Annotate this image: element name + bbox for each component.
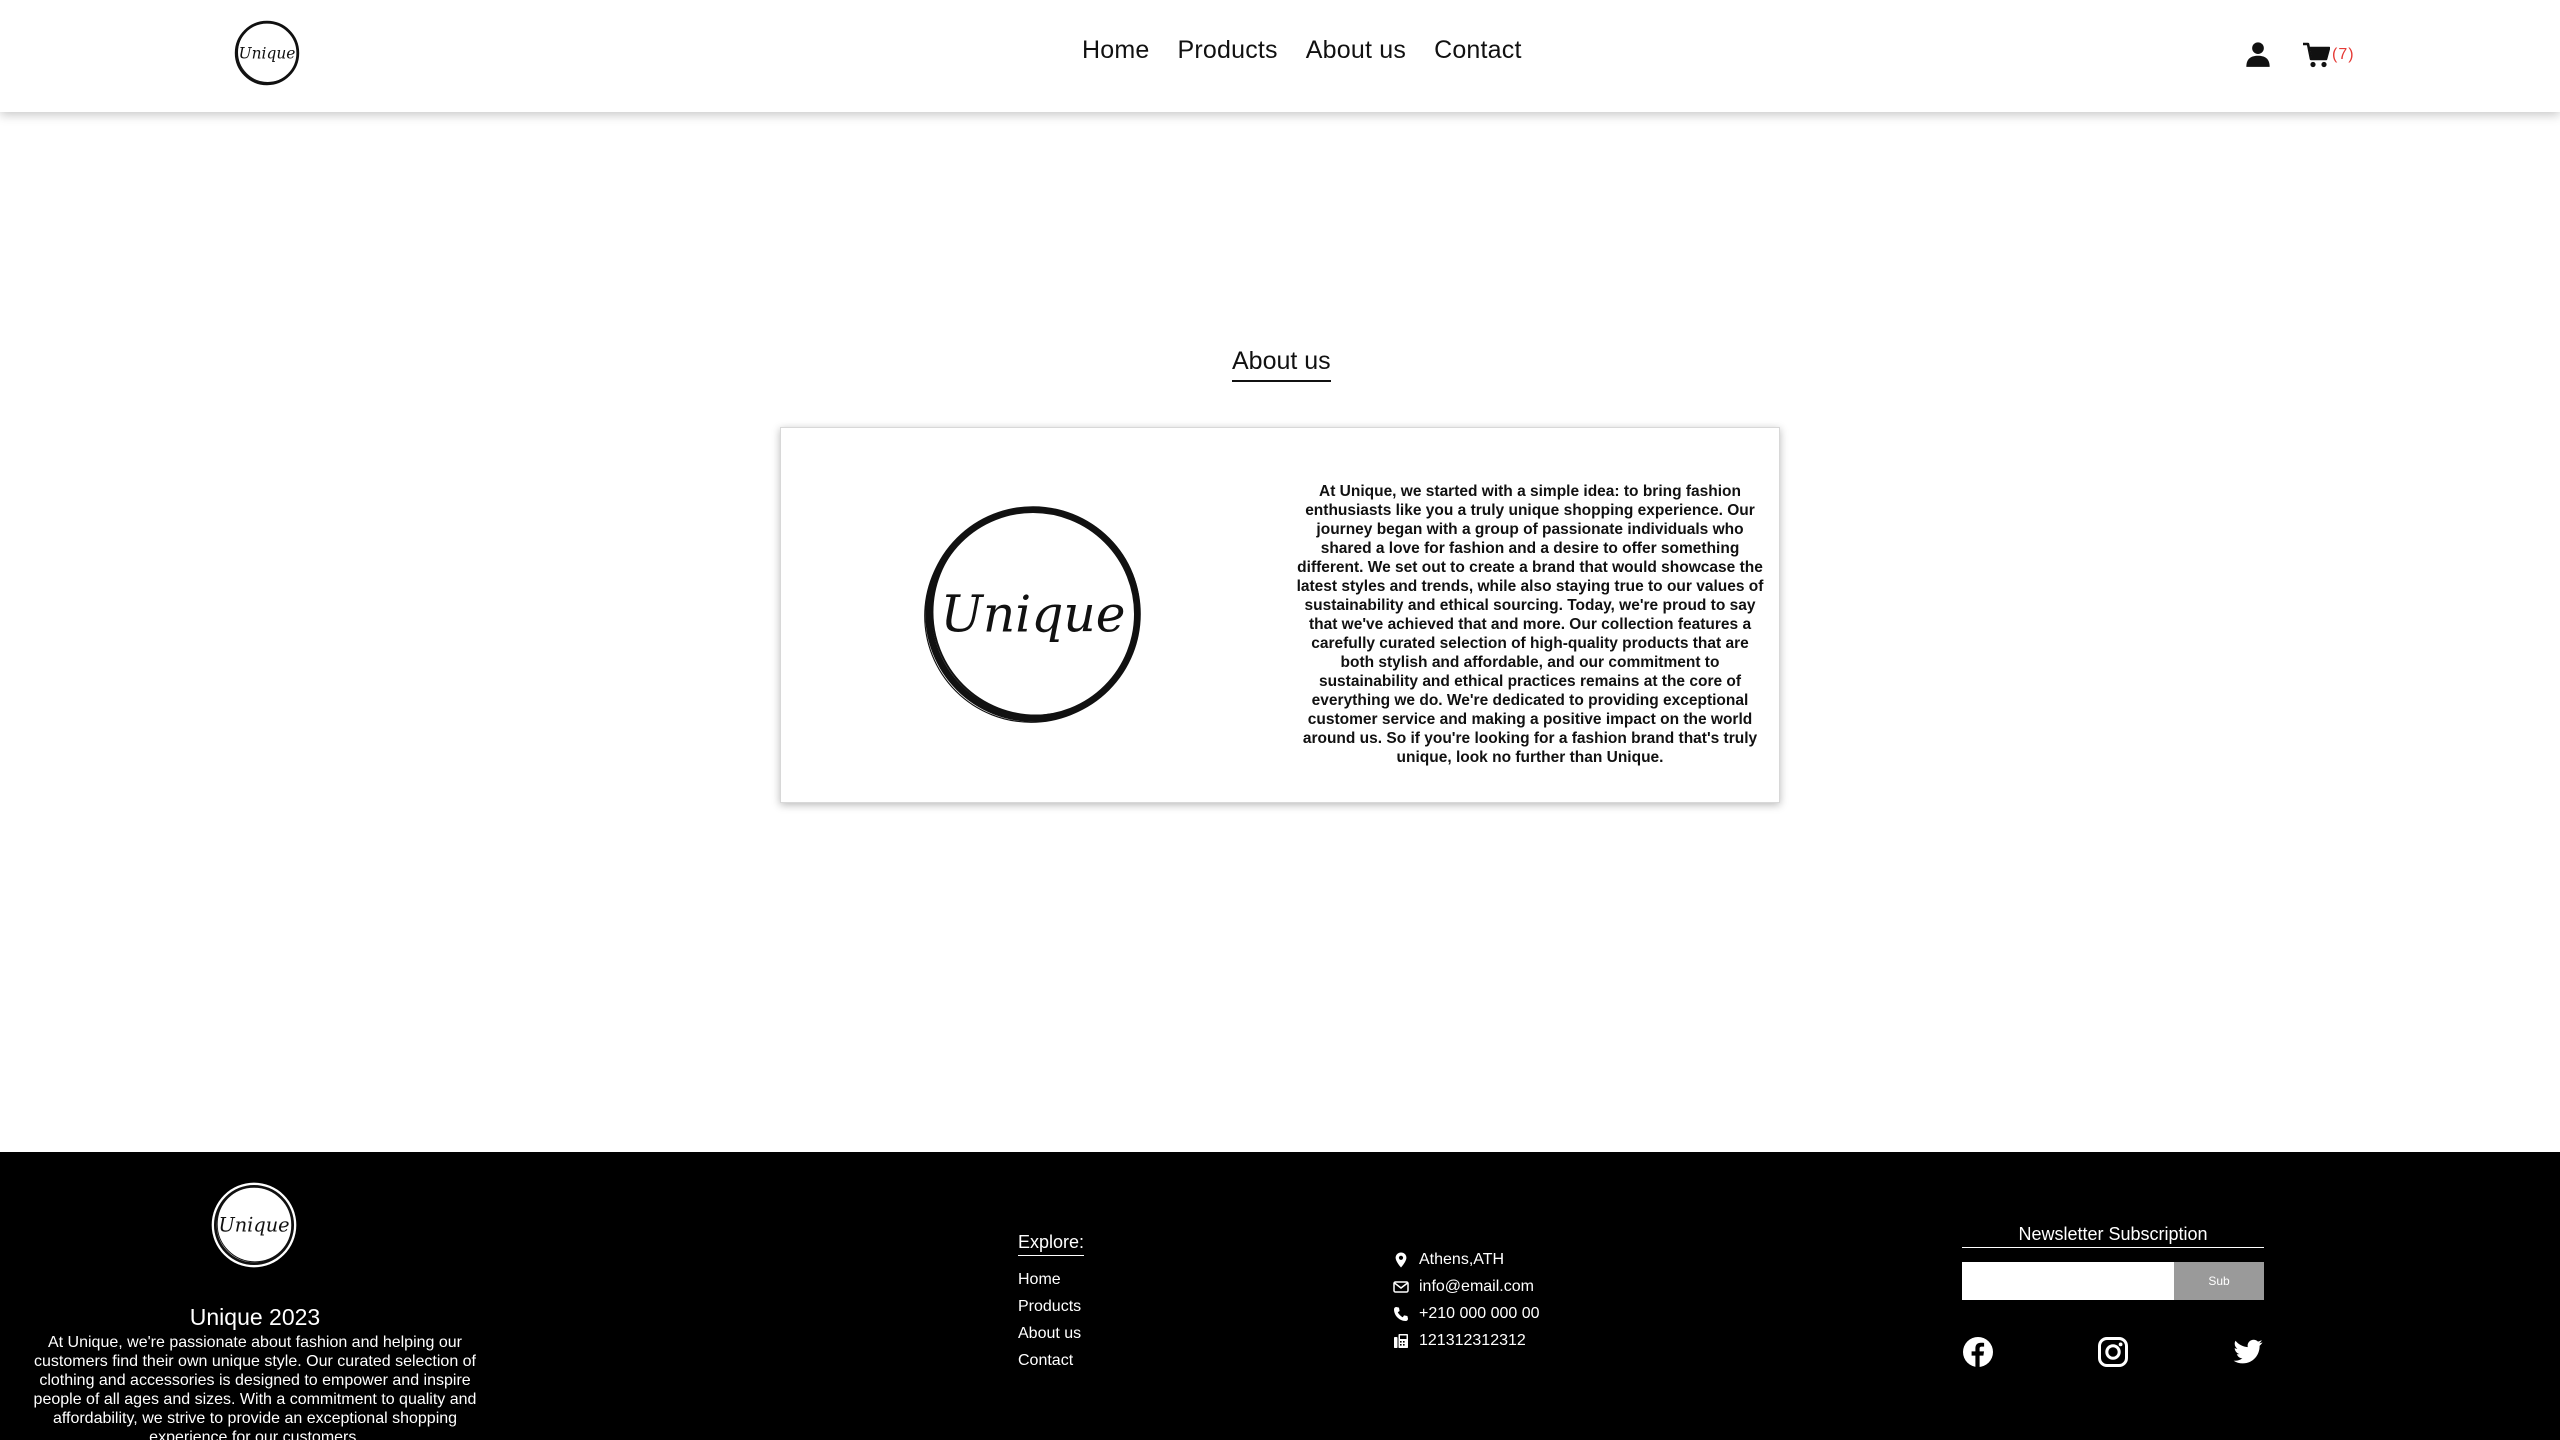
phone-icon [1394, 1306, 1408, 1321]
contact-phone: +210 000 000 00 [1393, 1300, 1540, 1327]
social-links [1962, 1336, 2264, 1368]
contact-fax: 121312312312 [1393, 1327, 1540, 1354]
main-nav: Home Products About us Contact [1082, 36, 1522, 65]
facebook-icon[interactable] [1962, 1336, 1994, 1368]
contact-phone-text[interactable]: +210 000 000 00 [1419, 1305, 1540, 1323]
contact-email: info@email.com [1393, 1273, 1540, 1300]
page-title: About us [1232, 347, 1331, 382]
contact-fax-text: 121312312312 [1419, 1331, 1526, 1349]
map-pin-icon [1395, 1252, 1407, 1267]
cart-count-badge: (7) [2332, 46, 2355, 63]
footer-brand: Unique 2023 [189, 1304, 321, 1330]
nav-home[interactable]: Home [1082, 36, 1150, 65]
site-header: Unique Home Products About us Contact (7… [0, 0, 2560, 112]
footer-logo: Unique [211, 1182, 297, 1268]
brand-logo[interactable]: Unique [232, 18, 302, 88]
footer-contact: Athens,ATH info@email.com +210 000 000 0… [1393, 1246, 1540, 1354]
newsletter-form: Sub [1962, 1262, 2264, 1300]
newsletter-subscribe-button[interactable]: Sub [2174, 1262, 2264, 1300]
explore-links: Home Products About us Contact [1018, 1266, 1084, 1374]
explore-title: Explore: [1018, 1232, 1085, 1256]
envelope-icon [1393, 1280, 1409, 1293]
footer-explore: Explore: Home Products About us Contact [1018, 1232, 1085, 1374]
about-card: Unique At Unique, we started with a simp… [780, 427, 1780, 803]
user-icon[interactable] [2244, 40, 2272, 68]
about-logo: Unique [924, 506, 1141, 723]
about-logo-text: Unique [940, 584, 1125, 643]
footer-link-about-us[interactable]: About us [1018, 1320, 1084, 1347]
cart-icon [2303, 42, 2330, 68]
fax-icon [1394, 1333, 1408, 1348]
newsletter-section: Newsletter Subscription Sub [1962, 1224, 2264, 1300]
instagram-icon[interactable] [2097, 1336, 2129, 1368]
cart-button[interactable]: (7) [2302, 40, 2355, 70]
contact-location: Athens,ATH [1393, 1246, 1540, 1273]
about-description: At Unique, we started with a simple idea… [1296, 483, 1764, 766]
footer-link-contact[interactable]: Contact [1018, 1347, 1084, 1374]
footer-link-home[interactable]: Home [1018, 1266, 1084, 1293]
contact-location-text: Athens,ATH [1419, 1250, 1505, 1268]
newsletter-email-input[interactable] [1962, 1262, 2174, 1300]
footer-link-products[interactable]: Products [1018, 1293, 1084, 1320]
contact-email-text[interactable]: info@email.com [1419, 1278, 1534, 1296]
twitter-icon[interactable] [2232, 1336, 2264, 1368]
nav-products[interactable]: Products [1178, 36, 1278, 65]
footer-logo-text: Unique [218, 1213, 289, 1236]
nav-contact[interactable]: Contact [1434, 36, 1522, 65]
nav-about-us[interactable]: About us [1306, 36, 1406, 65]
logo-text: Unique [239, 45, 296, 63]
footer-description: At Unique, we're passionate about fashio… [33, 1334, 477, 1440]
newsletter-title: Newsletter Subscription [1962, 1224, 2264, 1248]
